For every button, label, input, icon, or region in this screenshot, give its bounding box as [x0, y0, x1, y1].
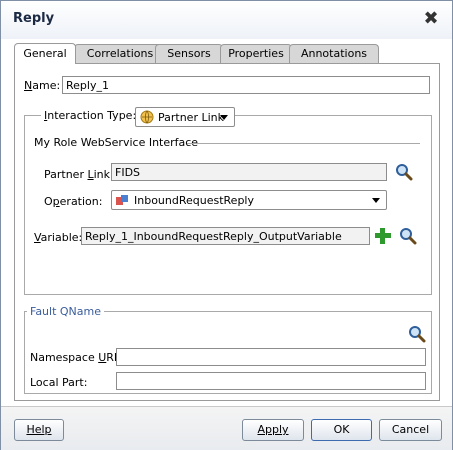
- chevron-down-icon: [220, 115, 228, 120]
- variable-search-icon[interactable]: [399, 227, 417, 248]
- name-label-text: ame:: [32, 79, 61, 92]
- operation-value: InboundRequestReply: [134, 194, 255, 207]
- interaction-type-label-text: nteraction Type:: [47, 109, 137, 122]
- dialog-footer: Help Apply OK Cancel: [1, 406, 452, 450]
- partner-link-globe-icon: [140, 110, 154, 130]
- tab-general[interactable]: General: [14, 43, 76, 64]
- interaction-type-value: Partner Link: [158, 111, 224, 124]
- partner-link-field[interactable]: FIDS: [111, 163, 387, 181]
- apply-button-label: Apply: [257, 423, 289, 436]
- partner-link-search-icon[interactable]: [395, 163, 413, 184]
- reply-dialog: Reply ✖ General Correlations Sensors Pro…: [0, 0, 453, 450]
- name-field[interactable]: Reply_1: [62, 76, 430, 94]
- variable-label: Variable:: [34, 231, 83, 244]
- partner-link-label: Partner Link:: [44, 168, 114, 181]
- interaction-type-label: Interaction Type:: [41, 109, 140, 122]
- namespace-uri-label: Namespace URI:: [30, 351, 121, 364]
- help-button[interactable]: Help: [14, 419, 64, 441]
- namespace-uri-label-text: Namespace: [30, 351, 99, 364]
- ok-button[interactable]: OK: [311, 419, 372, 441]
- namespace-uri-field[interactable]: [116, 348, 426, 366]
- my-role-label: My Role WebService Interface: [34, 136, 199, 149]
- fault-qname-legend: Fault QName: [27, 305, 105, 318]
- partner-link-label-text: Partner: [44, 168, 88, 181]
- my-role-separator: [187, 143, 420, 144]
- tab-correlations[interactable]: Correlations: [74, 44, 166, 63]
- variable-field[interactable]: Reply_1_InboundRequestReply_OutputVariab…: [81, 227, 370, 245]
- operation-label: Operation:: [44, 195, 103, 208]
- name-label: Name:: [24, 79, 61, 92]
- local-part-label: Local Part:: [30, 376, 88, 389]
- fault-qname-search-icon[interactable]: [408, 325, 426, 346]
- tab-properties[interactable]: Properties: [220, 44, 292, 63]
- operation-icon: [116, 194, 128, 212]
- dialog-title: Reply: [13, 11, 55, 26]
- title-bar: Reply ✖: [1, 1, 452, 39]
- apply-button[interactable]: Apply: [242, 419, 304, 441]
- general-tab-panel: Name: Reply_1 Interaction Type: Partner …: [14, 63, 440, 401]
- cancel-button[interactable]: Cancel: [379, 419, 442, 441]
- interaction-type-dropdown[interactable]: Partner Link: [135, 107, 235, 127]
- close-icon[interactable]: ✖: [421, 9, 441, 29]
- operation-dropdown[interactable]: InboundRequestReply: [111, 190, 387, 210]
- tab-annotations[interactable]: Annotations: [289, 44, 379, 63]
- chevron-down-icon: [372, 198, 380, 203]
- help-button-label: Help: [26, 423, 52, 436]
- add-variable-icon[interactable]: [374, 227, 392, 248]
- local-part-field[interactable]: [116, 372, 426, 390]
- tab-sensors[interactable]: Sensors: [155, 44, 223, 63]
